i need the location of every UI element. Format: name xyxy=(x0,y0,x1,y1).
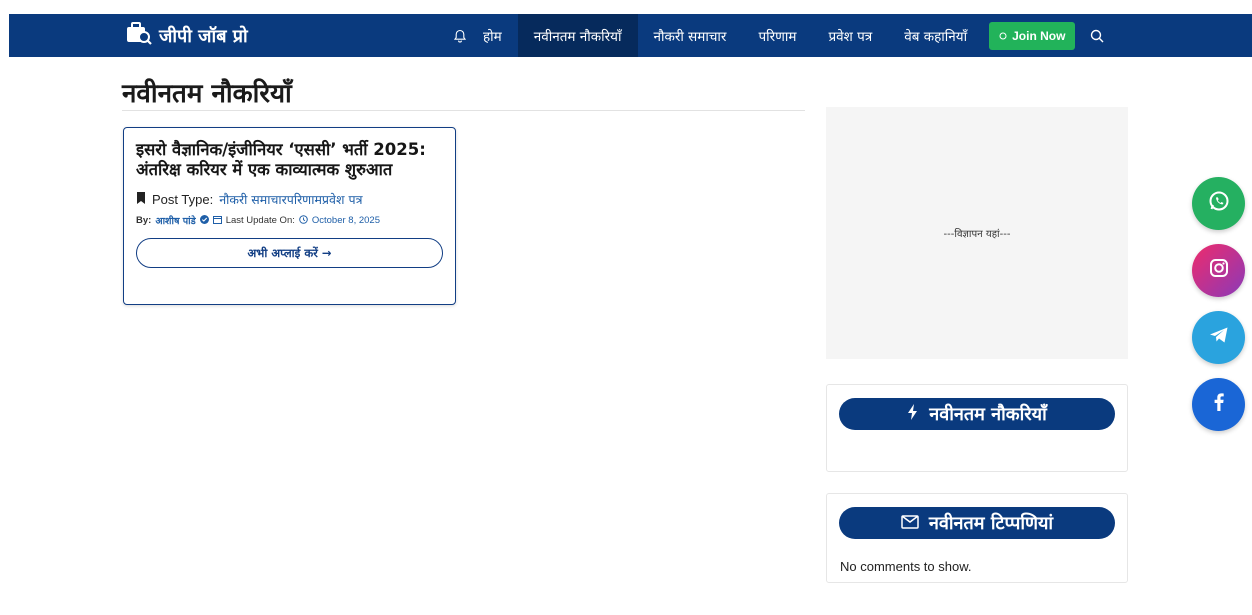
search-icon[interactable] xyxy=(1085,24,1109,48)
latest-comments-title: नवीनतम टिप्पणियां xyxy=(928,513,1054,534)
author-name[interactable]: आशीष पांडे xyxy=(155,214,195,227)
latest-comments-widget: नवीनतम टिप्पणियां No comments to show. xyxy=(826,493,1128,583)
by-label: By: xyxy=(136,215,152,226)
verified-icon xyxy=(199,214,209,227)
post-meta: By: आशीष पांडे Last Update On: October 8… xyxy=(136,214,443,227)
clock-icon xyxy=(299,214,308,227)
post-type-label: Post Type: xyxy=(152,192,214,207)
site-header: जीपी जॉब प्रो होम नवीनतम नौकरियाँ नौकरी … xyxy=(9,14,1252,57)
latest-jobs-widget: नवीनतम नौकरियाँ xyxy=(826,384,1128,472)
latest-jobs-title: नवीनतम नौकरियाँ xyxy=(929,404,1047,425)
post-type-value[interactable]: नौकरी समाचारपरिणामप्रवेश पत्र xyxy=(219,191,362,208)
facebook-button[interactable] xyxy=(1192,378,1245,431)
site-name: जीपी जॉब प्रो xyxy=(159,25,248,47)
bell-icon[interactable] xyxy=(449,14,479,57)
nav-job-news[interactable]: नौकरी समाचार xyxy=(638,14,743,57)
whatsapp-small-icon xyxy=(999,29,1007,43)
bookmark-icon xyxy=(136,192,146,207)
post-type-row: Post Type: नौकरी समाचारपरिणामप्रवेश पत्र xyxy=(136,191,443,208)
telegram-icon xyxy=(1208,324,1230,351)
bolt-icon xyxy=(907,403,919,425)
telegram-button[interactable] xyxy=(1192,311,1245,364)
last-update-label: Last Update On: xyxy=(225,215,295,226)
site-logo[interactable]: जीपी जॉब प्रो xyxy=(125,21,248,50)
job-card-title[interactable]: इसरो वैज्ञानिक/इंजीनियर ‘एससी’ भर्ती 202… xyxy=(136,140,443,180)
nav-web-stories[interactable]: वेब कहानियाँ xyxy=(888,14,983,57)
post-date: October 8, 2025 xyxy=(311,215,381,226)
ad-placeholder: ---विज्ञापन यहां--- xyxy=(826,107,1128,359)
nav-home[interactable]: होम xyxy=(479,14,518,57)
join-now-label: Join Now xyxy=(1012,28,1066,43)
nav-latest-jobs[interactable]: नवीनतम नौकरियाँ xyxy=(517,14,638,57)
main-nav: होम नवीनतम नौकरियाँ नौकरी समाचार परिणाम … xyxy=(449,14,1109,57)
no-comments-text: No comments to show. xyxy=(840,559,972,574)
apply-now-button[interactable]: अभी अप्लाई करें → xyxy=(136,238,443,268)
whatsapp-icon xyxy=(1208,190,1230,217)
instagram-button[interactable] xyxy=(1192,244,1245,297)
nav-results[interactable]: परिणाम xyxy=(742,14,812,57)
page-title: नवीनतम नौकरियाँ xyxy=(122,79,292,109)
whatsapp-button[interactable] xyxy=(1192,177,1245,230)
facebook-icon xyxy=(1208,391,1230,418)
join-now-button[interactable]: Join Now xyxy=(989,21,1076,50)
calendar-icon xyxy=(212,215,222,227)
briefcase-search-icon xyxy=(125,21,153,50)
latest-jobs-heading: नवीनतम नौकरियाँ xyxy=(839,398,1115,430)
title-divider xyxy=(122,110,805,111)
latest-comments-heading: नवीनतम टिप्पणियां xyxy=(839,507,1115,539)
envelope-icon xyxy=(901,513,919,534)
job-card: इसरो वैज्ञानिक/इंजीनियर ‘एससी’ भर्ती 202… xyxy=(123,127,456,305)
instagram-icon xyxy=(1208,257,1230,284)
nav-admit-card[interactable]: प्रवेश पत्र xyxy=(812,14,888,57)
